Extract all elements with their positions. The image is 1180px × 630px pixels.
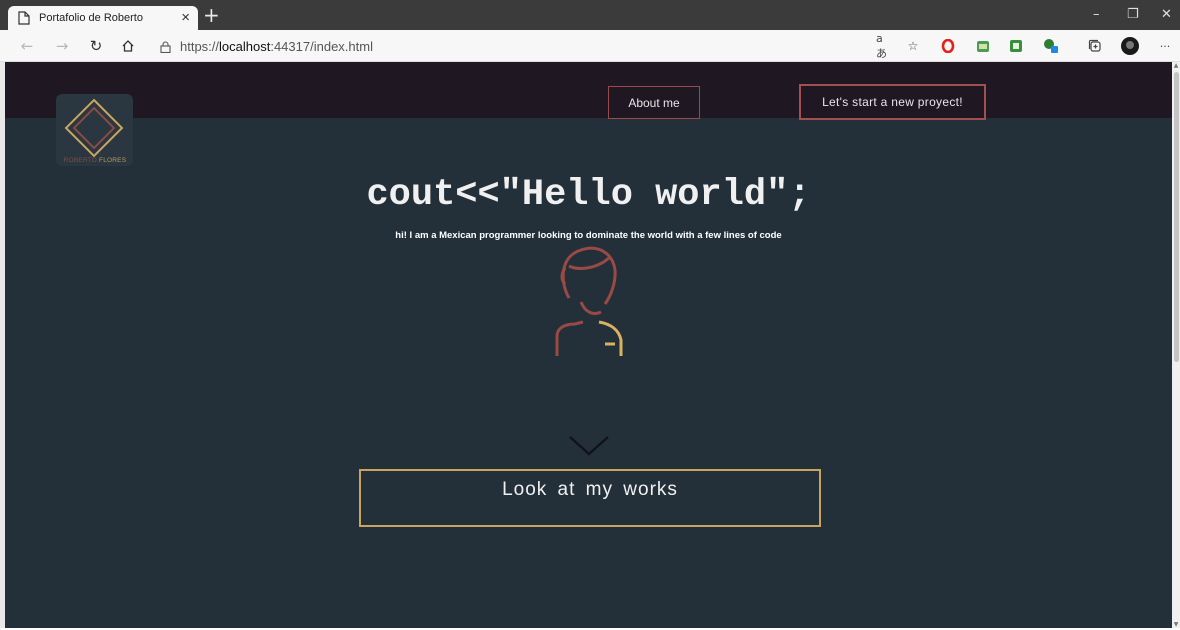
minimize-icon[interactable]: – [1093, 8, 1100, 22]
programmer-avatar-icon [555, 246, 623, 356]
browser-toolbar: ← → ↻ https://localhost:44317/index.html… [0, 30, 1180, 62]
opera-icon[interactable] [940, 38, 956, 54]
browser-tab[interactable]: Portafolio de Roberto × [8, 6, 198, 30]
scroll-down-chevron-icon[interactable] [567, 434, 611, 458]
scroll-down-icon[interactable]: ▼ [1172, 621, 1180, 628]
back-icon[interactable]: ← [17, 36, 37, 56]
scrollbar-thumb[interactable] [1174, 72, 1179, 362]
new-tab-button[interactable]: + [203, 5, 220, 25]
window-close-icon[interactable]: ✕ [1161, 8, 1172, 22]
page-viewport: ROBERTO FLORES About me Let's start a ne… [5, 62, 1172, 628]
forward-icon[interactable]: → [52, 36, 72, 56]
profile-avatar-icon[interactable] [1121, 37, 1139, 55]
lock-icon [160, 40, 171, 53]
look-at-works-button[interactable]: Look at my works [359, 469, 821, 527]
nav-new-project[interactable]: Let's start a new proyect! [799, 84, 986, 120]
home-icon[interactable] [118, 36, 138, 56]
page-scrollbar[interactable]: ▲ ▼ [1172, 62, 1180, 628]
notification-extension-icon[interactable] [1043, 38, 1059, 54]
scroll-up-icon[interactable]: ▲ [1172, 62, 1180, 69]
hero-title: cout<<"Hello world"; [366, 174, 811, 216]
restore-icon[interactable]: ❐ [1127, 8, 1139, 22]
logo[interactable] [56, 94, 133, 166]
more-menu-icon[interactable]: ··· [1157, 38, 1173, 54]
collections-icon[interactable] [1087, 38, 1103, 54]
page-icon [18, 11, 30, 25]
site-header [5, 62, 1172, 118]
address-bar[interactable]: https://localhost:44317/index.html [160, 37, 860, 56]
refresh-icon[interactable]: ↻ [86, 36, 106, 56]
nav-about-me[interactable]: About me [608, 86, 700, 119]
browser-tab-strip: Portafolio de Roberto × + – ❐ ✕ [0, 0, 1180, 30]
image-extension-icon[interactable] [975, 38, 991, 54]
logo-text: ROBERTO FLORES [63, 157, 127, 164]
diamond-logo-icon [64, 98, 124, 158]
tab-close-icon[interactable]: × [181, 9, 190, 27]
read-aloud-icon[interactable]: aあ [876, 32, 892, 60]
green-extension-icon[interactable] [1008, 38, 1024, 54]
url-text: https://localhost:44317/index.html [180, 39, 373, 54]
tab-title: Portafolio de Roberto [39, 12, 143, 24]
favorites-icon[interactable]: ☆ [905, 38, 921, 54]
